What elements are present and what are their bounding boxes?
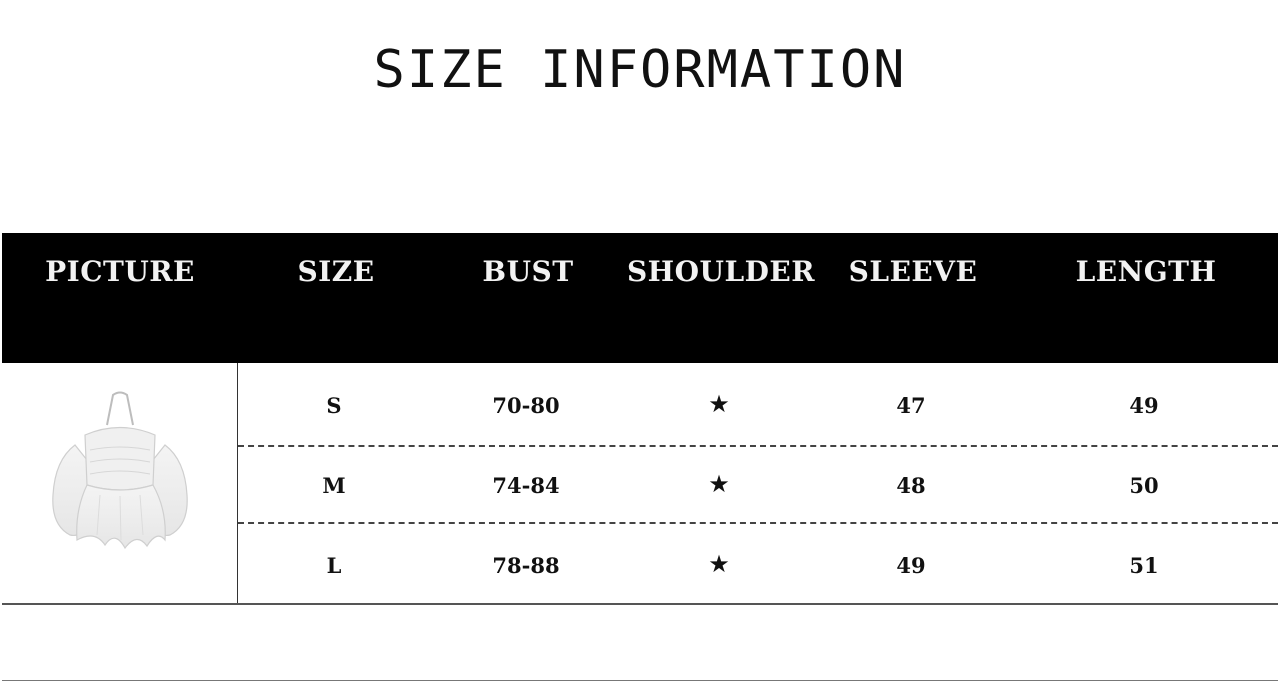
cell-length: 50 (1129, 473, 1159, 498)
cell-size: M (322, 473, 346, 498)
header-bust: BUST (482, 255, 574, 288)
table-bottom-border (2, 603, 1278, 605)
cell-size: S (326, 393, 342, 418)
cell-sleeve: 48 (896, 473, 926, 498)
row-divider (238, 522, 1278, 524)
header-picture: PICTURE (45, 255, 195, 288)
row-divider (238, 445, 1278, 447)
header-length: LENGTH (1075, 255, 1217, 288)
star-icon: ★ (708, 550, 730, 578)
cell-size: L (326, 553, 342, 578)
cell-bust: 74-84 (492, 473, 560, 498)
page-title: SIZE INFORMATION (373, 40, 907, 100)
cell-bust: 78-88 (492, 553, 560, 578)
header-sleeve: SLEEVE (848, 255, 978, 288)
cell-length: 49 (1129, 393, 1159, 418)
cell-bust: 70-80 (492, 393, 560, 418)
header-shoulder: SHOULDER (626, 255, 816, 288)
header-size: SIZE (297, 255, 375, 288)
cell-sleeve: 49 (896, 553, 926, 578)
star-icon: ★ (708, 470, 730, 498)
footer-divider (2, 680, 1278, 681)
table-header: PICTURE SIZE BUST SHOULDER SLEEVE LENGTH (2, 233, 1278, 363)
star-icon: ★ (708, 390, 730, 418)
cell-length: 51 (1129, 553, 1159, 578)
cell-sleeve: 47 (896, 393, 926, 418)
blouse-picture-icon (45, 390, 195, 565)
